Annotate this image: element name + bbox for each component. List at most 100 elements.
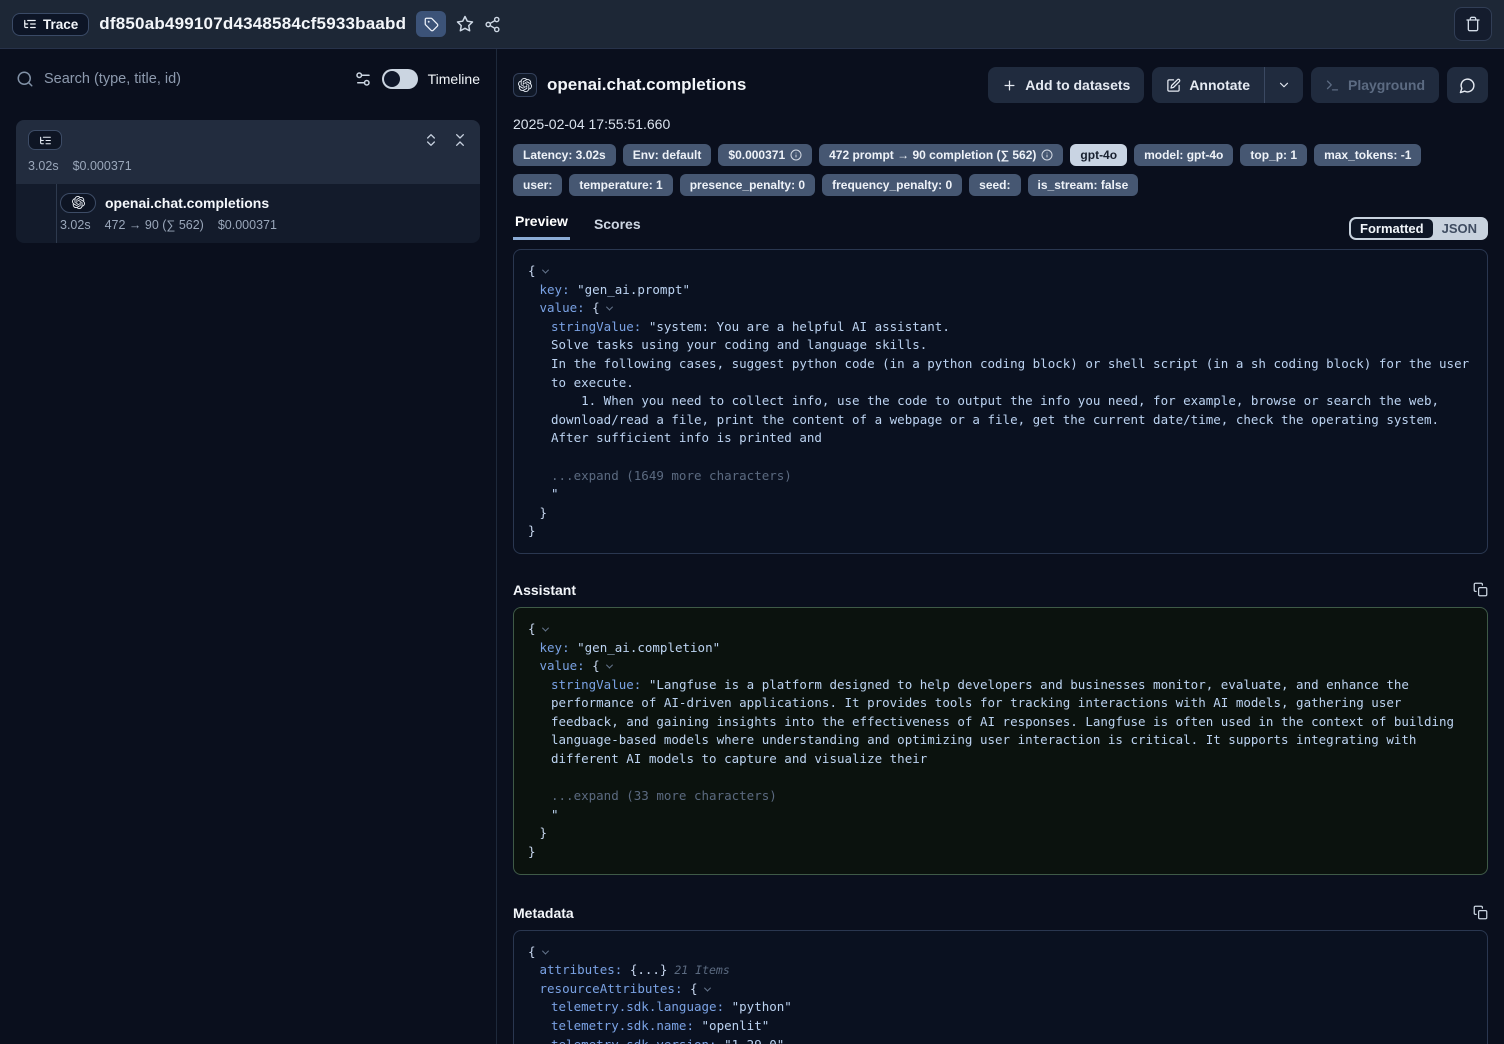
code-token: key: — [540, 282, 570, 297]
code-token: "1.29.0" — [717, 1037, 785, 1044]
collapse-chevron-icon[interactable] — [704, 984, 711, 991]
code-token: { — [528, 263, 536, 278]
code-line: stringValue: "system: You are a helpful … — [528, 318, 1473, 337]
meta-badge: 472 prompt → 90 completion (∑ 562) — [819, 144, 1063, 166]
code-line: In the following cases, suggest python c… — [528, 355, 1473, 392]
format-option-json[interactable]: JSON — [1433, 219, 1486, 238]
meta-badge: top_p: 1 — [1240, 144, 1307, 166]
code-token: { — [683, 981, 698, 996]
code-line: " — [528, 485, 1473, 504]
code-line: key: "gen_ai.completion" — [528, 639, 1473, 658]
meta-badge: seed: — [969, 174, 1020, 196]
trace-sidebar: Timeline 3.02s $0.000371 openai.chat.com… — [0, 49, 497, 1044]
collapse-chevron-icon[interactable] — [606, 662, 613, 669]
collapse-chevron-icon[interactable] — [541, 947, 548, 954]
meta-badge: frequency_penalty: 0 — [822, 174, 962, 196]
code-token: telemetry.sdk.language: — [551, 999, 724, 1014]
code-token: stringValue: — [551, 319, 641, 334]
comments-button[interactable] — [1447, 67, 1488, 103]
generation-badge — [60, 193, 96, 213]
code-token: In the following cases, suggest python c… — [551, 356, 1477, 390]
tab-preview[interactable]: Preview — [513, 209, 570, 240]
tag-icon — [424, 17, 439, 32]
expand-link[interactable]: ...expand (33 more characters) — [551, 788, 777, 803]
code-line: } — [528, 824, 1473, 843]
star-button[interactable] — [456, 15, 474, 33]
code-token: { — [528, 621, 536, 636]
trace-badge-label: Trace — [43, 17, 78, 32]
code-line: { — [528, 262, 1473, 281]
code-line: ...expand (33 more characters) — [528, 787, 1473, 806]
code-token: {...} — [622, 962, 667, 977]
code-token: "python" — [724, 999, 792, 1014]
copy-icon — [1473, 582, 1488, 597]
format-option-formatted[interactable]: Formatted — [1351, 219, 1433, 238]
timestamp: 2025-02-04 17:55:51.660 — [513, 116, 1488, 132]
edit-pencil-icon — [1166, 78, 1181, 93]
code-token: value: — [540, 300, 585, 315]
trace-tree-root[interactable]: 3.02s $0.000371 — [16, 120, 480, 184]
code-line: resourceAttributes: { — [528, 980, 1473, 999]
annotate-button[interactable]: Annotate — [1152, 67, 1264, 103]
collapse-chevron-icon[interactable] — [541, 267, 548, 274]
code-line: { — [528, 943, 1473, 962]
search-icon — [16, 70, 34, 88]
annotate-dropdown-button[interactable] — [1265, 67, 1303, 103]
tree-indent-guide — [56, 184, 57, 243]
code-token: { — [585, 658, 600, 673]
code-line — [528, 769, 1473, 788]
meta-badge: model: gpt-4o — [1134, 144, 1233, 166]
code-token: 1. When you need to collect info, use th… — [551, 393, 1447, 445]
code-token: "gen_ai.completion" — [570, 640, 721, 655]
tag-button[interactable] — [416, 11, 446, 37]
plus-icon — [1002, 78, 1017, 93]
add-to-datasets-button[interactable]: Add to datasets — [988, 67, 1144, 103]
playground-button[interactable]: Playground — [1311, 67, 1439, 103]
generation-badge — [513, 73, 537, 97]
delete-trace-button[interactable] — [1454, 7, 1492, 41]
code-token: } — [528, 523, 536, 538]
code-token: resourceAttributes: — [540, 981, 683, 996]
trash-icon — [1465, 16, 1481, 32]
timeline-toggle[interactable] — [382, 69, 418, 89]
tab-scores[interactable]: Scores — [592, 212, 643, 240]
meta-badge: Env: default — [623, 144, 712, 166]
code-token: 21 Items — [667, 963, 729, 977]
expand-link[interactable]: ...expand (1649 more characters) — [551, 468, 792, 483]
meta-badge: user: — [513, 174, 562, 196]
share-button[interactable] — [484, 16, 501, 33]
code-token: stringValue: — [551, 677, 641, 692]
code-token: telemetry.sdk.name: — [551, 1018, 694, 1033]
code-token: } — [540, 825, 548, 840]
metadata-json-block: {attributes: {...} 21 ItemsresourceAttri… — [513, 930, 1488, 1044]
fold-vertical-icon[interactable] — [452, 132, 468, 148]
format-toggle: Formatted JSON — [1349, 217, 1488, 240]
chevron-down-icon — [1277, 78, 1291, 92]
search-input[interactable] — [44, 71, 344, 87]
share-icon — [484, 16, 501, 33]
meta-badge: Latency: 3.02s — [513, 144, 616, 166]
top-bar: Trace df850ab499107d4348584cf5933baabd — [0, 0, 1504, 49]
timeline-label: Timeline — [428, 71, 480, 87]
code-line: telemetry.sdk.language: "python" — [528, 998, 1473, 1017]
assistant-section-title: Assistant — [513, 582, 576, 598]
trace-id: df850ab499107d4348584cf5933baabd — [99, 14, 406, 34]
code-line: attributes: {...} 21 Items — [528, 961, 1473, 980]
tabs: Preview Scores Formatted JSON — [513, 209, 1488, 240]
code-line: 1. When you need to collect info, use th… — [528, 392, 1473, 448]
copy-metadata-button[interactable] — [1473, 905, 1488, 920]
observation-item[interactable]: openai.chat.completions 3.02s 472 → 90 (… — [16, 184, 480, 243]
code-line: } — [528, 522, 1473, 541]
copy-assistant-button[interactable] — [1473, 582, 1488, 597]
unfold-vertical-icon[interactable] — [423, 132, 439, 148]
metadata-badges-row1: Latency: 3.02sEnv: default$0.000371472 p… — [513, 144, 1488, 166]
code-token: " — [551, 486, 559, 501]
code-token: "openlit" — [694, 1018, 769, 1033]
filter-settings-icon[interactable] — [354, 70, 372, 88]
trace-tree: 3.02s $0.000371 openai.chat.completions … — [16, 120, 480, 243]
code-line: { — [528, 620, 1473, 639]
collapse-chevron-icon[interactable] — [541, 624, 548, 631]
list-tree-icon — [39, 134, 52, 147]
collapse-chevron-icon[interactable] — [606, 304, 613, 311]
meta-badge: gpt-4o — [1070, 144, 1127, 166]
